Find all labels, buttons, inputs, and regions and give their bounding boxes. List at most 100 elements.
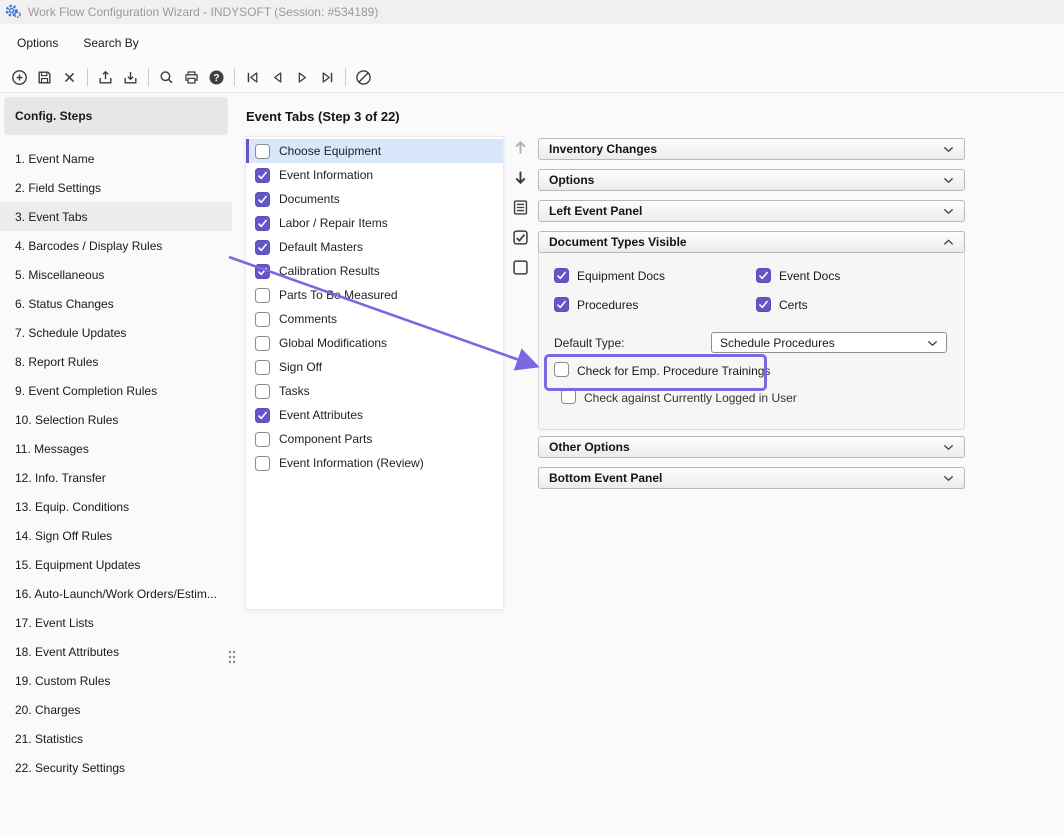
- sidebar-item-miscellaneous[interactable]: 5. Miscellaneous: [0, 260, 232, 289]
- section-left-event-panel[interactable]: Left Event Panel: [538, 200, 965, 222]
- checkbox-unchecked[interactable]: [255, 312, 270, 327]
- menu-search-by[interactable]: Search By: [83, 36, 138, 50]
- sidebar-item-schedule-updates[interactable]: 7. Schedule Updates: [0, 318, 232, 347]
- checkbox-unchecked[interactable]: [561, 389, 576, 404]
- check-all-button[interactable]: [509, 227, 531, 248]
- add-button[interactable]: [7, 65, 32, 90]
- section-bottom-event-panel[interactable]: Bottom Event Panel: [538, 467, 965, 489]
- sidebar-item-messages[interactable]: 11. Messages: [0, 434, 232, 463]
- event-tab-row[interactable]: Event Information (Review): [246, 451, 503, 475]
- help-icon: ?: [208, 69, 225, 86]
- sidebar-item-event-lists[interactable]: 17. Event Lists: [0, 608, 232, 637]
- sidebar-item-field-settings[interactable]: 2. Field Settings: [0, 173, 232, 202]
- section-inventory-changes[interactable]: Inventory Changes: [538, 138, 965, 160]
- title-bar: Work Flow Configuration Wizard - INDYSOF…: [0, 0, 1064, 24]
- doc-type-label: Equipment Docs: [577, 269, 665, 283]
- event-tab-row[interactable]: Event Information: [246, 163, 503, 187]
- event-tab-row[interactable]: Component Parts: [246, 427, 503, 451]
- sidebar-item-equipment-updates[interactable]: 15. Equipment Updates: [0, 550, 232, 579]
- event-tab-row[interactable]: Labor / Repair Items: [246, 211, 503, 235]
- export-button[interactable]: [93, 65, 118, 90]
- checkbox-checked[interactable]: [255, 264, 270, 279]
- event-tab-row[interactable]: Default Masters: [246, 235, 503, 259]
- doc-type-procedures[interactable]: Procedures: [554, 297, 756, 312]
- sidebar-item-report-rules[interactable]: 8. Report Rules: [0, 347, 232, 376]
- checkbox-unchecked[interactable]: [255, 144, 270, 159]
- sidebar-item-event-completion-rules[interactable]: 9. Event Completion Rules: [0, 376, 232, 405]
- checkbox-checked[interactable]: [255, 168, 270, 183]
- last-record-button[interactable]: [315, 65, 340, 90]
- details-button[interactable]: [509, 197, 531, 218]
- event-tab-row[interactable]: Parts To Be Measured: [246, 283, 503, 307]
- import-icon: [122, 69, 139, 86]
- checkbox-unchecked[interactable]: [255, 336, 270, 351]
- move-down-button[interactable]: [509, 167, 531, 188]
- sidebar-item-barcodes-display-rules[interactable]: 4. Barcodes / Display Rules: [0, 231, 232, 260]
- delete-button[interactable]: [57, 65, 82, 90]
- sidebar-item-security-settings[interactable]: 22. Security Settings: [0, 753, 232, 782]
- logged-in-user-option[interactable]: Check against Currently Logged in User: [561, 389, 797, 407]
- first-record-button[interactable]: [240, 65, 265, 90]
- checkbox-unchecked[interactable]: [255, 432, 270, 447]
- checkbox-unchecked[interactable]: [255, 384, 270, 399]
- emp-training-checkbox[interactable]: [554, 362, 569, 380]
- checkbox-checked[interactable]: [554, 297, 569, 312]
- cancel-button[interactable]: [351, 65, 376, 90]
- uncheck-all-button[interactable]: [509, 257, 531, 278]
- event-tab-row[interactable]: Global Modifications: [246, 331, 503, 355]
- move-up-button[interactable]: [509, 137, 531, 158]
- checkbox-checked[interactable]: [554, 268, 569, 283]
- event-tab-row[interactable]: Comments: [246, 307, 503, 331]
- print-button[interactable]: [179, 65, 204, 90]
- section-other-options[interactable]: Other Options: [538, 436, 965, 458]
- event-tab-row[interactable]: Calibration Results: [246, 259, 503, 283]
- previous-record-button[interactable]: [265, 65, 290, 90]
- emp-training-option[interactable]: Check for Emp. Procedure Trainings: [554, 362, 770, 380]
- sidebar-item-charges[interactable]: 20. Charges: [0, 695, 232, 724]
- event-tab-row[interactable]: Choose Equipment: [246, 139, 503, 163]
- checkbox-checked[interactable]: [255, 216, 270, 231]
- checkbox-unchecked[interactable]: [255, 360, 270, 375]
- event-tab-row[interactable]: Event Attributes: [246, 403, 503, 427]
- sidebar-item-event-tabs[interactable]: 3. Event Tabs: [0, 202, 232, 231]
- section-options[interactable]: Options: [538, 169, 965, 191]
- doc-type-event-docs[interactable]: Event Docs: [756, 268, 840, 283]
- section-document-types-visible[interactable]: Document Types Visible: [538, 231, 965, 253]
- event-tab-row[interactable]: Documents: [246, 187, 503, 211]
- checkbox-unchecked[interactable]: [554, 362, 569, 377]
- doc-type-equipment-docs[interactable]: Equipment Docs: [554, 268, 756, 283]
- import-button[interactable]: [118, 65, 143, 90]
- search-button[interactable]: [154, 65, 179, 90]
- sidebar-item-event-attributes[interactable]: 18. Event Attributes: [0, 637, 232, 666]
- sidebar-item-statistics[interactable]: 21. Statistics: [0, 724, 232, 753]
- checkbox-checked[interactable]: [756, 268, 771, 283]
- checkbox-checked[interactable]: [255, 408, 270, 423]
- sidebar-item-equip-conditions[interactable]: 13. Equip. Conditions: [0, 492, 232, 521]
- default-type-dropdown[interactable]: Schedule Procedures: [711, 332, 947, 353]
- sidebar-item-auto-launch-work-orders-estim[interactable]: 16. Auto-Launch/Work Orders/Estim...: [0, 579, 232, 608]
- checkbox-checked[interactable]: [756, 297, 771, 312]
- sidebar-item-selection-rules[interactable]: 10. Selection Rules: [0, 405, 232, 434]
- logged-in-user-checkbox[interactable]: [561, 389, 576, 407]
- event-tab-label: Labor / Repair Items: [279, 216, 388, 230]
- event-tab-row[interactable]: Tasks: [246, 379, 503, 403]
- sidebar-item-event-name[interactable]: 1. Event Name: [0, 144, 232, 173]
- help-button[interactable]: ?: [204, 65, 229, 90]
- doc-type-certs[interactable]: Certs: [756, 297, 840, 312]
- menu-options[interactable]: Options: [17, 36, 58, 50]
- sidebar-item-sign-off-rules[interactable]: 14. Sign Off Rules: [0, 521, 232, 550]
- sidebar-item-info-transfer[interactable]: 12. Info. Transfer: [0, 463, 232, 492]
- checkbox-unchecked[interactable]: [255, 288, 270, 303]
- window-title: Work Flow Configuration Wizard - INDYSOF…: [28, 5, 378, 19]
- checkbox-checked[interactable]: [255, 192, 270, 207]
- menu-bar: Options Search By: [0, 24, 1064, 62]
- save-button[interactable]: [32, 65, 57, 90]
- sidebar-item-status-changes[interactable]: 6. Status Changes: [0, 289, 232, 318]
- splitter-drag-handle[interactable]: [226, 649, 238, 665]
- next-record-button[interactable]: [290, 65, 315, 90]
- sidebar-item-custom-rules[interactable]: 19. Custom Rules: [0, 666, 232, 695]
- toolbar-separator: [345, 68, 346, 86]
- checkbox-checked[interactable]: [255, 240, 270, 255]
- checkbox-unchecked[interactable]: [255, 456, 270, 471]
- event-tab-row[interactable]: Sign Off: [246, 355, 503, 379]
